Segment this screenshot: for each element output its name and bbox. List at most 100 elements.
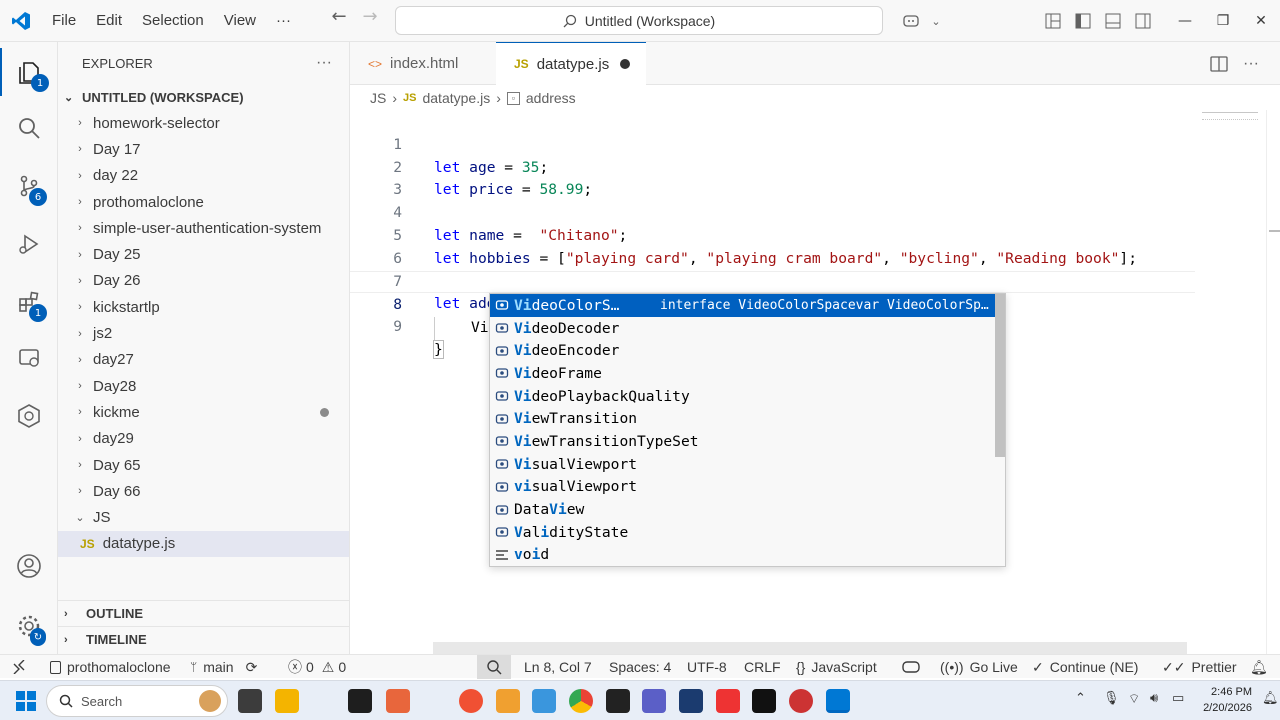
encoding[interactable]: UTF-8 [687, 655, 727, 679]
suggestion-item[interactable]: VideoColorS… interface VideoColorSpacevar… [490, 294, 1005, 317]
close-button[interactable]: ✕ [1242, 0, 1280, 42]
suggestion-item[interactable]: ValidityState [490, 521, 1005, 544]
breadcrumb-file[interactable]: datatype.js [422, 90, 490, 106]
back-arrow-icon[interactable]: ← [324, 6, 354, 27]
forward-arrow-icon[interactable]: → [355, 6, 385, 27]
horizontal-scrollbar[interactable] [433, 642, 1187, 654]
suggestion-item[interactable]: VideoFrame [490, 362, 1005, 385]
chevron-up-icon[interactable]: ⌃ [1075, 691, 1086, 706]
language-mode[interactable]: {} JavaScript [796, 655, 877, 679]
menu-view[interactable]: View [214, 0, 266, 42]
testing-activity[interactable] [0, 392, 58, 440]
file-explorer-icon[interactable] [275, 689, 299, 713]
maximize-button[interactable]: ❐ [1204, 0, 1242, 42]
clock[interactable]: 2:46 PM 2/20/2026 [1196, 684, 1252, 716]
suggestion-item[interactable]: void [490, 544, 1005, 566]
app-icon[interactable] [752, 689, 776, 713]
notifications-icon[interactable]: 🔔︎ [1262, 691, 1279, 706]
continue-button[interactable]: ✓ Continue (NE) [1032, 655, 1138, 679]
folder-item[interactable]: › homework-selector [58, 110, 349, 136]
microphone-icon[interactable]: 🎙︎ [1103, 691, 1120, 706]
folder-item[interactable]: › day29 [58, 426, 349, 452]
menu-more[interactable]: ··· [266, 0, 301, 42]
suggestion-item[interactable]: ViewTransitionTypeSet [490, 430, 1005, 453]
remote-explorer-activity[interactable] [0, 334, 58, 382]
prettier-button[interactable]: ✓✓ Prettier [1162, 655, 1237, 679]
folder-item[interactable]: › Day 17 [58, 136, 349, 162]
app-icon[interactable] [496, 689, 520, 713]
end-of-line[interactable]: CRLF [744, 655, 781, 679]
folder-item[interactable]: › Day 26 [58, 268, 349, 294]
app-icon[interactable] [606, 689, 630, 713]
wifi-icon[interactable]: ⌔ [1128, 691, 1140, 707]
folder-item[interactable]: › simple-user-authentication-system [58, 215, 349, 241]
run-debug-activity[interactable] [0, 220, 58, 268]
remote-indicator-icon[interactable] [12, 655, 26, 679]
notifications-bell-icon[interactable]: 🔔︎ [1250, 655, 1268, 679]
problems-indicator[interactable]: ⓧ 0 ⚠ 0 [288, 655, 346, 679]
cursor-position[interactable]: Ln 8, Col 7 [524, 655, 592, 679]
go-live-button[interactable]: ((•)) Go Live [940, 655, 1018, 679]
folder-item[interactable]: › kickstartlp [58, 294, 349, 320]
suggestion-item[interactable]: VideoEncoder [490, 339, 1005, 362]
toggle-panel-icon[interactable] [1098, 6, 1128, 36]
folder-item[interactable]: › Day 25 [58, 241, 349, 267]
git-icon[interactable] [459, 689, 483, 713]
breadcrumb-symbol[interactable]: address [526, 90, 576, 106]
copilot-status-icon[interactable] [902, 655, 920, 679]
vscode-taskbar-icon[interactable] [826, 689, 850, 713]
folder-item[interactable]: › js2 [58, 320, 349, 346]
folder-item[interactable]: › Day28 [58, 373, 349, 399]
search-activity[interactable] [0, 104, 58, 152]
app-icon[interactable] [532, 689, 556, 713]
folder-item[interactable]: › kickme [58, 399, 349, 425]
timeline-section[interactable]: › TIMELINE [58, 626, 350, 652]
folder-item[interactable]: › Day 66 [58, 478, 349, 504]
task-view-icon[interactable] [238, 689, 262, 713]
split-editor-icon[interactable] [1210, 42, 1228, 85]
sync-icon[interactable]: ⟳ [246, 659, 258, 676]
unsaved-dot-icon[interactable] [620, 59, 630, 69]
folder-item[interactable]: ⌄ JS [58, 504, 349, 530]
suggestion-item[interactable]: DataView [490, 498, 1005, 521]
suggestion-item[interactable]: VideoPlaybackQuality [490, 385, 1005, 408]
customize-layout-icon[interactable] [1038, 6, 1068, 36]
chrome-icon[interactable] [569, 689, 593, 713]
suggest-scrollbar[interactable] [995, 294, 1005, 457]
app-icon[interactable] [716, 689, 740, 713]
toggle-secondary-sidebar-icon[interactable] [1128, 6, 1158, 36]
terminal-icon[interactable] [348, 689, 372, 713]
folder-item[interactable]: › Day 65 [58, 452, 349, 478]
windows-start-icon[interactable] [16, 691, 36, 711]
branch-indicator[interactable]: ᛘ main ⟳ [190, 655, 257, 679]
manage-activity[interactable]: ↻ [0, 602, 58, 650]
suggestion-item[interactable]: ViewTransition [490, 407, 1005, 430]
extensions-activity[interactable]: 1 [0, 278, 58, 326]
folder-item[interactable]: › day27 [58, 347, 349, 373]
more-actions-icon[interactable]: ··· [1243, 42, 1259, 85]
app-icon[interactable] [642, 689, 666, 713]
vertical-scrollbar[interactable] [1266, 110, 1280, 654]
repo-indicator[interactable]: prothomaloclone [50, 655, 171, 679]
tab-datatype-js[interactable]: JS datatype.js [496, 42, 646, 85]
menu-file[interactable]: File [42, 0, 86, 42]
tab-index-html[interactable]: <> index.html [350, 42, 496, 85]
toggle-primary-sidebar-icon[interactable] [1068, 6, 1098, 36]
command-center-search[interactable]: Untitled (Workspace) [395, 6, 883, 35]
chevron-down-icon[interactable]: ⌄ [928, 6, 944, 36]
outline-section[interactable]: › OUTLINE [58, 600, 350, 626]
suggestion-item[interactable]: VideoDecoder [490, 317, 1005, 340]
folder-item[interactable]: › day 22 [58, 163, 349, 189]
app-icon[interactable] [789, 689, 813, 713]
workspace-section-header[interactable]: ⌄ UNTITLED (WORKSPACE) [58, 84, 349, 110]
taskbar-search[interactable]: Search [46, 685, 228, 717]
copilot-icon[interactable] [898, 6, 928, 36]
explorer-activity[interactable]: 1 [0, 48, 58, 96]
minimize-button[interactable]: — [1166, 0, 1204, 42]
menu-edit[interactable]: Edit [86, 0, 132, 42]
more-actions-icon[interactable]: ··· [316, 54, 332, 72]
zoom-icon[interactable] [477, 655, 511, 679]
app-icon[interactable] [679, 689, 703, 713]
source-control-activity[interactable]: 6 [0, 162, 58, 210]
menu-selection[interactable]: Selection [132, 0, 214, 42]
